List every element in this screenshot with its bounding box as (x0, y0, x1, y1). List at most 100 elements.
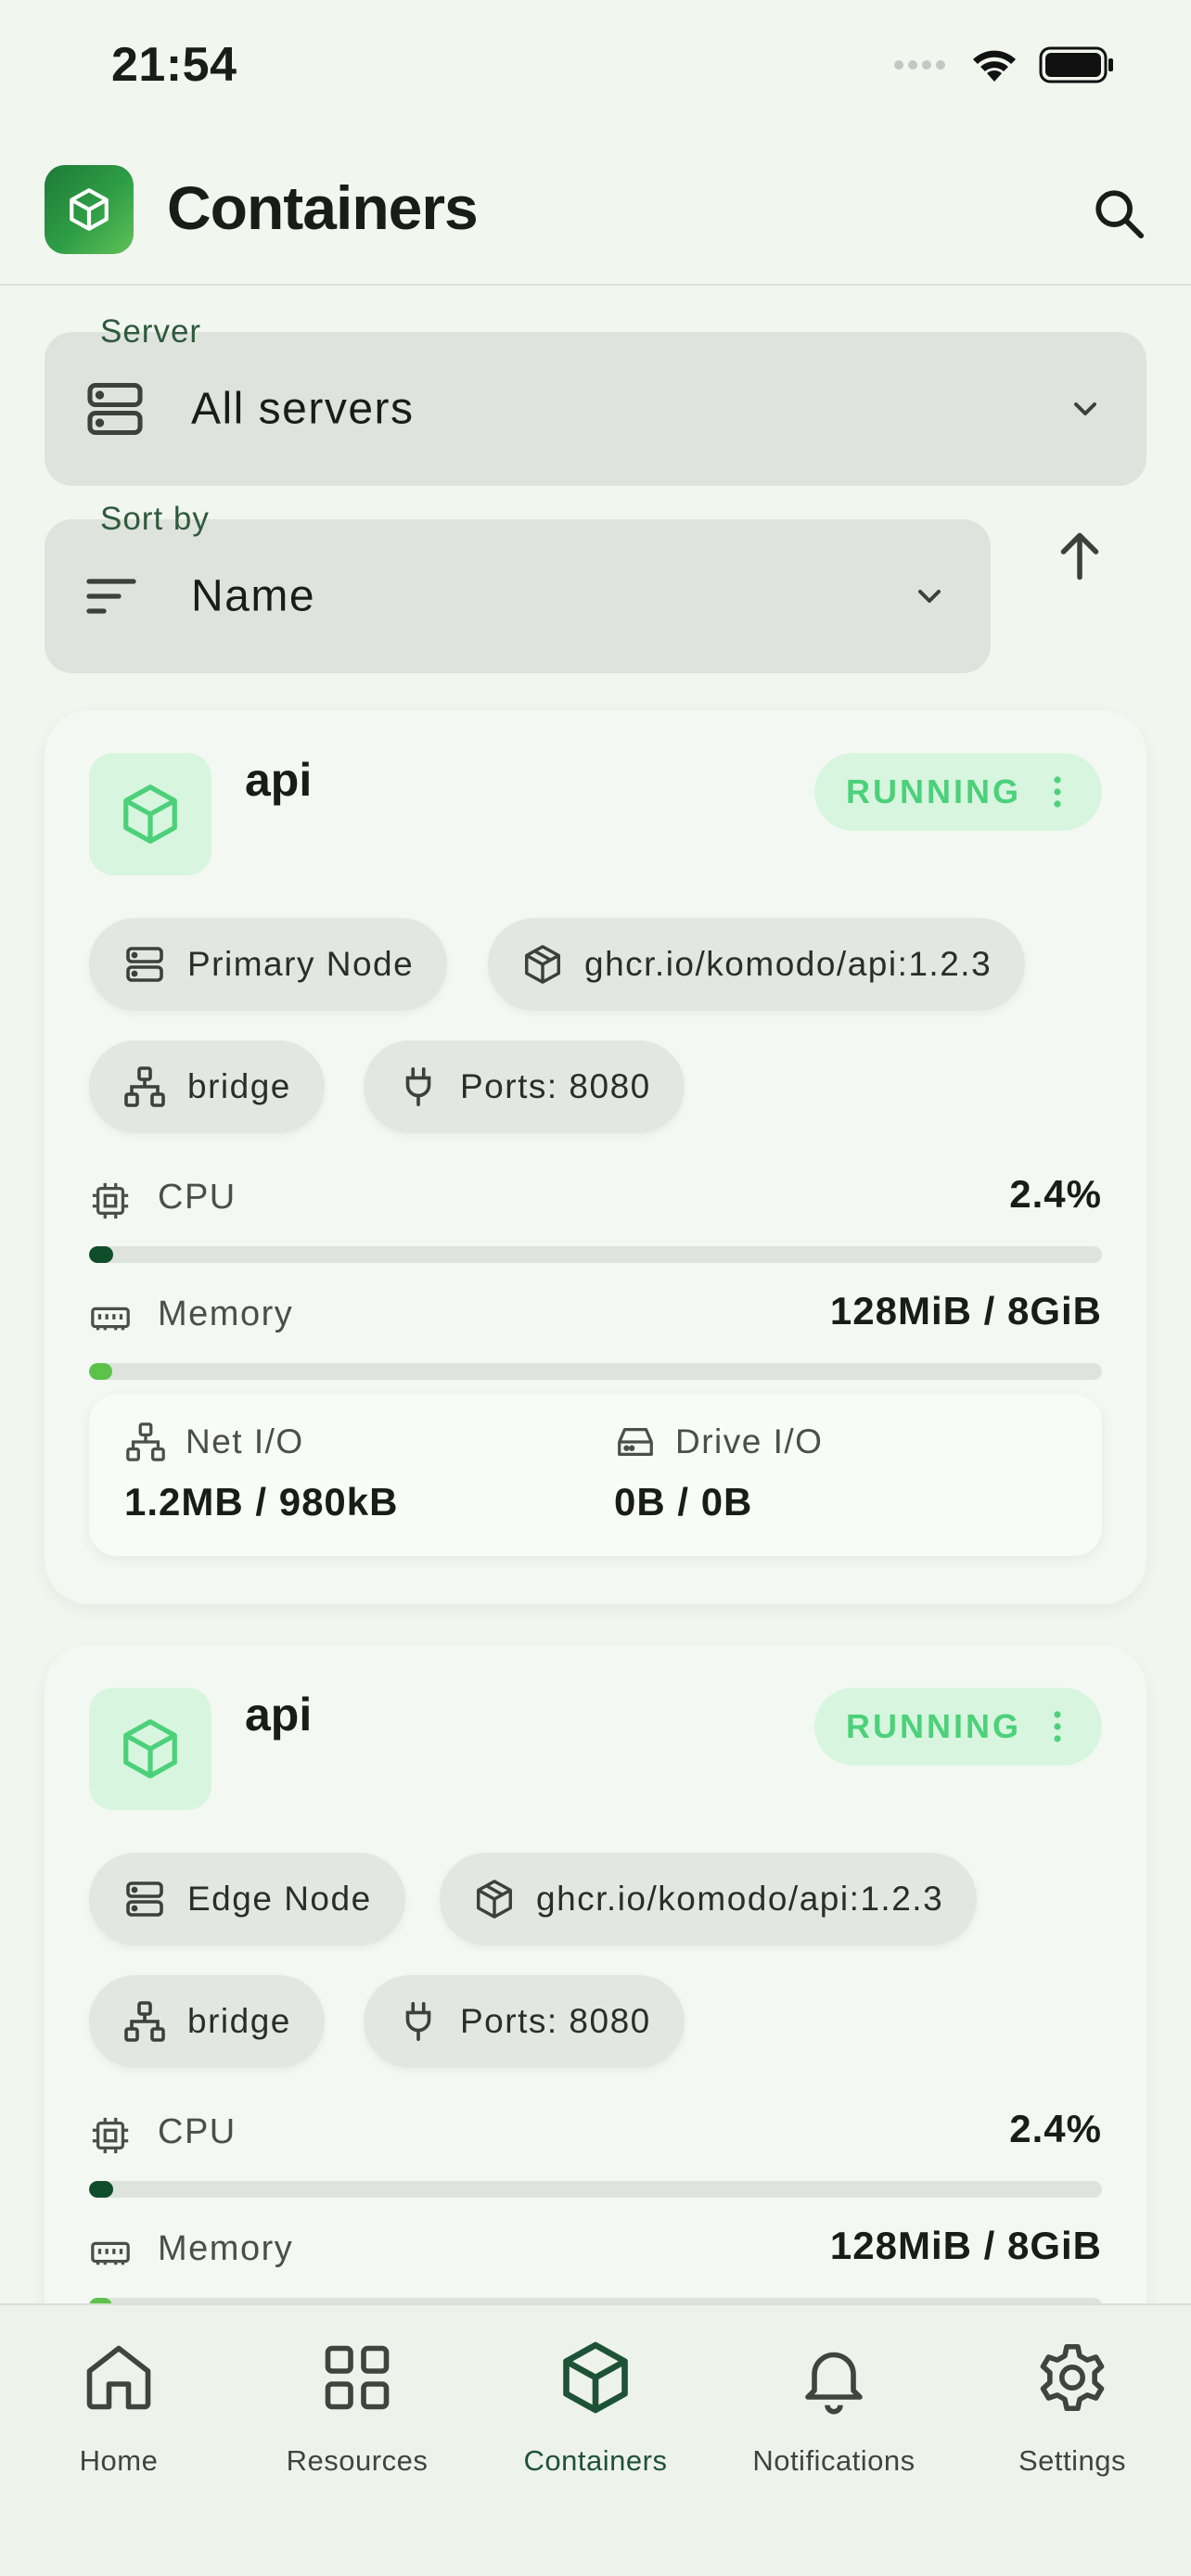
server-icon (82, 376, 148, 442)
gear-icon (1040, 2343, 1105, 2412)
search-icon (1095, 190, 1145, 239)
status-badge-text: RUNNING (846, 772, 1021, 810)
cube-icon (123, 1719, 177, 1779)
nav-label-home: Home (79, 2444, 159, 2477)
cube-icon (70, 188, 109, 231)
ports-chip-label: Ports: 8080 (460, 2002, 651, 2040)
bell-icon (805, 2352, 863, 2415)
container-list[interactable]: Server All servers Sort by Name api RUNN… (0, 287, 1191, 2303)
server-chip-label: Edge Node (187, 1880, 372, 1918)
plug-icon (405, 1067, 431, 1106)
drive-io-value: 0B / 0B (614, 1480, 753, 1524)
search-button[interactable] (1082, 176, 1156, 250)
container-name: api (245, 754, 313, 806)
ports-chip[interactable]: Ports: 8080 (364, 1975, 685, 2068)
image-chip-label: ghcr.io/komodo/api:1.2.3 (584, 945, 992, 983)
container-name: api (245, 1689, 313, 1741)
drive-io-label: Drive I/O (675, 1422, 824, 1460)
nav-item-settings[interactable]: Settings (954, 2331, 1191, 2478)
image-chip[interactable]: ghcr.io/komodo/api:1.2.3 (440, 1853, 978, 1945)
memory-value: 128MiB / 8GiB (829, 2224, 1102, 2267)
memory-progress-bar (89, 1363, 1102, 1380)
memory-value: 128MiB / 8GiB (829, 1289, 1102, 1333)
status-bar: 21:54 (0, 0, 1191, 139)
package-icon (525, 945, 560, 984)
container-icon-tile (89, 753, 211, 875)
cpu-progress-fill (89, 2181, 114, 2198)
sort-direction-button[interactable] (1043, 519, 1117, 593)
app-logo (45, 165, 134, 254)
io-stats: Net I/O 1.2MB / 980kB Drive I/O 0B / 0B (89, 1395, 1102, 1556)
status-badge[interactable]: RUNNING (814, 1688, 1102, 1766)
more-vert-icon[interactable] (1039, 773, 1076, 810)
sort-select[interactable]: Sort by Name (45, 501, 991, 673)
memory-icon (91, 1307, 130, 1331)
memory-icon (91, 2241, 130, 2265)
container-card[interactable]: api RUNNING Edge Node ghcr.io/komodo/api… (45, 1645, 1146, 2303)
cube-icon (123, 784, 177, 844)
arrow-up-icon (1060, 532, 1099, 580)
net-io: Net I/O 1.2MB / 980kB (124, 1421, 398, 1524)
network-icon (124, 1066, 165, 1107)
cpu-value: 2.4% (1009, 1172, 1102, 1216)
server-select[interactable]: Server All servers (45, 313, 1146, 486)
bottom-navigation: Home Resources Containers Notifications (0, 2303, 1191, 2576)
sort-select-label: Sort by (100, 501, 210, 537)
wifi-icon (973, 50, 1016, 82)
chevron-down-icon (1067, 390, 1104, 427)
server-chip[interactable]: Primary Node (89, 918, 448, 1011)
more-vert-icon[interactable] (1039, 1708, 1076, 1745)
server-chip[interactable]: Edge Node (89, 1853, 405, 1945)
cpu-metric: CPU 2.4% (89, 2107, 1102, 2162)
hard-drive-icon (618, 1427, 653, 1457)
server-select-value: All servers (191, 384, 415, 434)
cpu-progress-fill (89, 1246, 114, 1263)
cpu-icon (92, 1182, 129, 1219)
container-icon-tile (89, 1688, 211, 1810)
memory-label: Memory (158, 1294, 294, 1333)
memory-progress-fill (89, 1363, 113, 1380)
memory-label: Memory (158, 2229, 294, 2268)
server-select-label: Server (100, 313, 202, 350)
cpu-metric: CPU 2.4% (89, 1172, 1102, 1228)
page-title: Containers (167, 173, 479, 242)
nav-label-containers: Containers (523, 2444, 668, 2477)
network-chip[interactable]: bridge (89, 1975, 325, 2068)
server-icon (126, 947, 163, 982)
network-chip-label: bridge (187, 1067, 291, 1105)
ports-chip[interactable]: Ports: 8080 (364, 1040, 685, 1133)
package-icon (477, 1880, 512, 1919)
status-time: 21:54 (111, 38, 237, 92)
nav-item-notifications[interactable]: Notifications (715, 2331, 953, 2478)
memory-metric: Memory 128MiB / 8GiB (89, 1289, 1102, 1345)
network-chip[interactable]: bridge (89, 1040, 325, 1133)
cpu-label: CPU (158, 2112, 237, 2151)
nav-label-settings: Settings (1018, 2444, 1126, 2477)
cpu-value: 2.4% (1009, 2107, 1102, 2150)
cpu-progress-bar (89, 1246, 1102, 1263)
net-io-value: 1.2MB / 980kB (124, 1480, 399, 1524)
status-indicators (894, 46, 1115, 83)
status-badge-text: RUNNING (846, 1707, 1021, 1745)
home-icon (86, 2345, 151, 2410)
nav-item-containers[interactable]: Containers (477, 2331, 714, 2478)
sort-select-value: Name (191, 571, 316, 621)
container-card[interactable]: api RUNNING Primary Node ghcr.io/komodo/… (45, 710, 1146, 1604)
drive-io: Drive I/O 0B / 0B (614, 1421, 823, 1524)
status-badge[interactable]: RUNNING (814, 753, 1102, 831)
network-icon (124, 2001, 165, 2042)
net-io-label: Net I/O (186, 1422, 304, 1460)
app-bar: Containers (0, 139, 1191, 286)
battery-icon (1039, 46, 1113, 83)
sort-icon (82, 567, 141, 626)
nav-item-home[interactable]: Home (0, 2331, 237, 2478)
nav-label-notifications: Notifications (752, 2444, 916, 2477)
image-chip-label: ghcr.io/komodo/api:1.2.3 (536, 1880, 944, 1918)
cpu-icon (92, 2117, 129, 2154)
cpu-progress-bar (89, 2181, 1102, 2198)
image-chip[interactable]: ghcr.io/komodo/api:1.2.3 (488, 918, 1026, 1011)
grid-icon (325, 2345, 390, 2410)
memory-metric: Memory 128MiB / 8GiB (89, 2224, 1102, 2279)
nav-item-resources[interactable]: Resources (238, 2331, 476, 2478)
server-icon (126, 1881, 163, 1917)
